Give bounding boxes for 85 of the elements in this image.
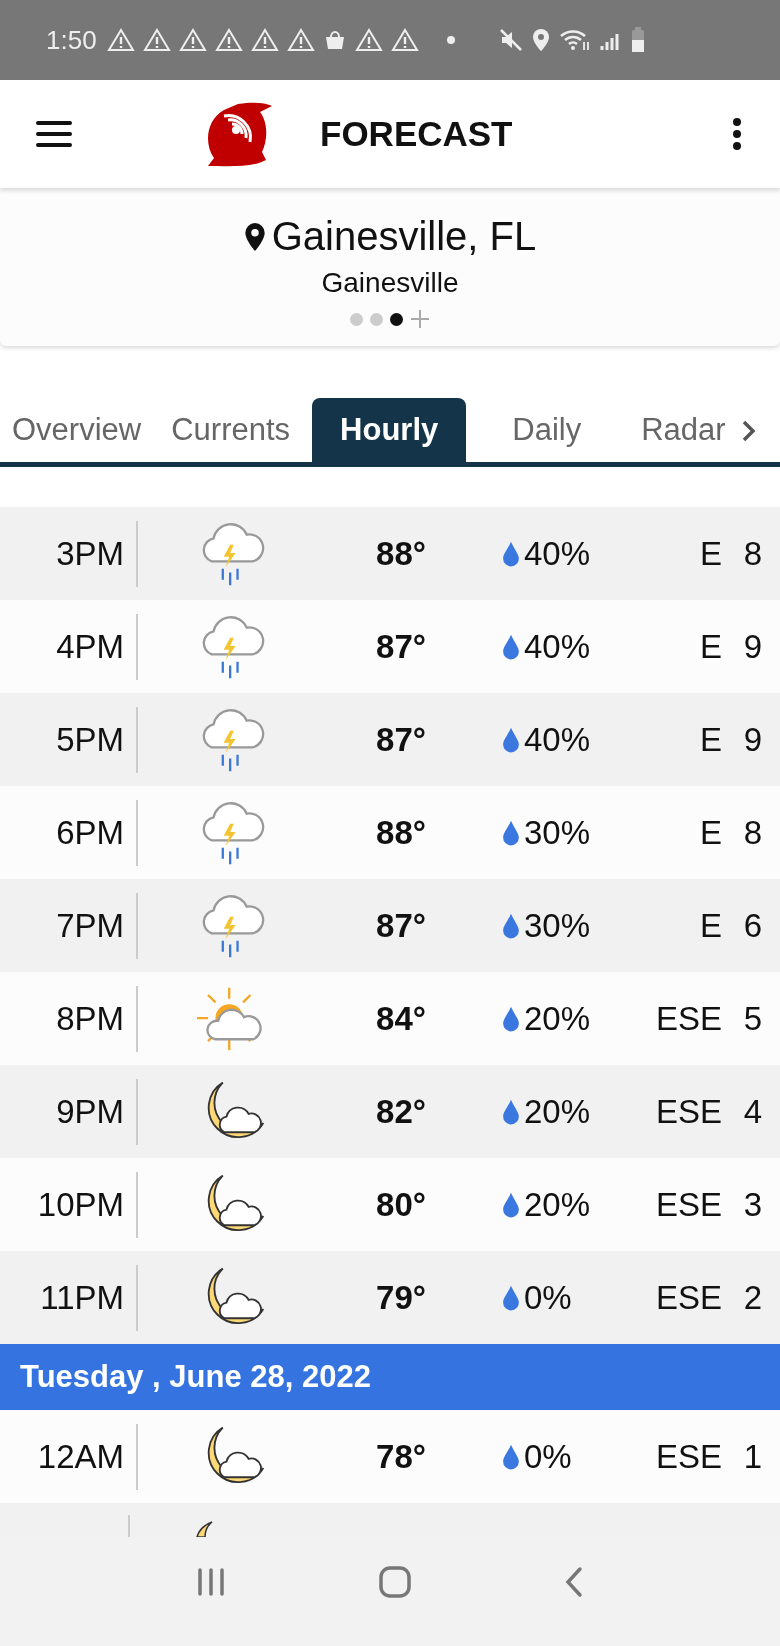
map-pin-icon xyxy=(243,221,266,252)
hour-time: 9PM xyxy=(55,1092,124,1131)
tab[interactable]: Daily xyxy=(504,398,590,462)
wind-direction: E xyxy=(699,906,722,945)
temperature: 82° xyxy=(375,1092,427,1131)
wifi-icon xyxy=(558,28,591,52)
wind-direction: E xyxy=(699,720,722,759)
tab[interactable]: Hourly xyxy=(312,398,467,462)
warning-icon xyxy=(214,28,243,52)
warning-icon xyxy=(142,28,171,52)
warning-icon xyxy=(106,28,135,52)
precip-chance: 30% xyxy=(524,813,591,852)
warning-icon xyxy=(178,28,207,52)
temperature: 79° xyxy=(375,1278,427,1317)
hour-time: 11PM xyxy=(39,1278,124,1317)
temperature: 87° xyxy=(375,627,427,666)
wind-direction: ESE xyxy=(654,1185,722,1224)
tab[interactable]: Overview xyxy=(4,398,150,462)
recent-apps-icon[interactable] xyxy=(196,1566,227,1597)
precip-chance: 30% xyxy=(524,906,591,945)
wind-speed: 3 xyxy=(742,1185,762,1224)
app-title: FORECAST xyxy=(320,114,514,154)
wind-speed: 6 xyxy=(742,906,762,945)
wind-speed: 9 xyxy=(742,627,762,666)
hour-time: 8PM xyxy=(55,999,124,1038)
location-name: Gainesville, FL xyxy=(271,214,537,259)
precip-chance: 40% xyxy=(524,720,591,759)
precip-chance: 40% xyxy=(524,534,591,573)
mute-icon xyxy=(498,28,523,52)
page-dot[interactable] xyxy=(390,312,403,326)
wind-direction: ESE xyxy=(654,999,722,1038)
home-icon[interactable] xyxy=(379,1565,411,1598)
precip-chance: 20% xyxy=(524,1185,591,1224)
temperature: 87° xyxy=(375,906,427,945)
chevron-right-icon[interactable] xyxy=(741,420,756,442)
wind-direction: ESE xyxy=(654,1092,722,1131)
station-name: Gainesville xyxy=(321,267,459,299)
warning-icon xyxy=(250,28,279,52)
temperature: 88° xyxy=(375,813,427,852)
tab[interactable]: Currents xyxy=(163,398,299,462)
battery-icon xyxy=(630,27,645,53)
wind-speed: 2 xyxy=(742,1278,762,1317)
wind-direction: ESE xyxy=(654,1278,722,1317)
page-dot[interactable] xyxy=(370,312,383,326)
dot-icon xyxy=(446,36,455,44)
warning-icon xyxy=(286,28,315,52)
hour-time: 4PM xyxy=(55,627,124,666)
precip-chance: 20% xyxy=(524,1092,591,1131)
wind-speed: 4 xyxy=(742,1092,762,1131)
moon-icon xyxy=(196,1521,214,1537)
wind-speed: 8 xyxy=(742,534,762,573)
date-header: Tuesday , June 28, 2022 xyxy=(0,1344,780,1410)
wind-speed: 9 xyxy=(742,720,762,759)
menu-icon[interactable] xyxy=(36,119,72,149)
status-time: 1:50 xyxy=(46,24,97,56)
temperature: 78° xyxy=(375,1437,427,1476)
precip-chance: 40% xyxy=(524,627,591,666)
add-icon[interactable] xyxy=(410,309,430,329)
warning-icon xyxy=(354,28,383,52)
back-icon[interactable] xyxy=(563,1565,584,1598)
temperature: 87° xyxy=(375,720,427,759)
wind-direction: E xyxy=(699,627,722,666)
more-options-icon[interactable] xyxy=(732,118,742,150)
wind-direction: E xyxy=(699,813,722,852)
hour-time: 5PM xyxy=(55,720,124,759)
wind-speed: 8 xyxy=(742,813,762,852)
precip-chance: 20% xyxy=(524,999,591,1038)
temperature: 80° xyxy=(375,1185,427,1224)
temperature: 88° xyxy=(375,534,427,573)
hour-time: 12AM xyxy=(36,1437,124,1476)
hour-time: 7PM xyxy=(55,906,124,945)
page-dot[interactable] xyxy=(350,312,363,326)
wind-direction: E xyxy=(699,534,722,573)
location-icon xyxy=(530,28,551,52)
wind-speed: 1 xyxy=(742,1437,762,1476)
precip-chance: 0% xyxy=(524,1278,572,1317)
precip-chance: 0% xyxy=(524,1437,572,1476)
wind-direction: ESE xyxy=(654,1437,722,1476)
hour-time: 10PM xyxy=(36,1185,124,1224)
hour-time: 3PM xyxy=(55,534,124,573)
warning-icon xyxy=(390,28,419,52)
temperature: 84° xyxy=(375,999,427,1038)
hour-time: 6PM xyxy=(55,813,124,852)
tab[interactable]: Radar xyxy=(633,398,734,462)
wind-speed: 5 xyxy=(742,999,762,1038)
